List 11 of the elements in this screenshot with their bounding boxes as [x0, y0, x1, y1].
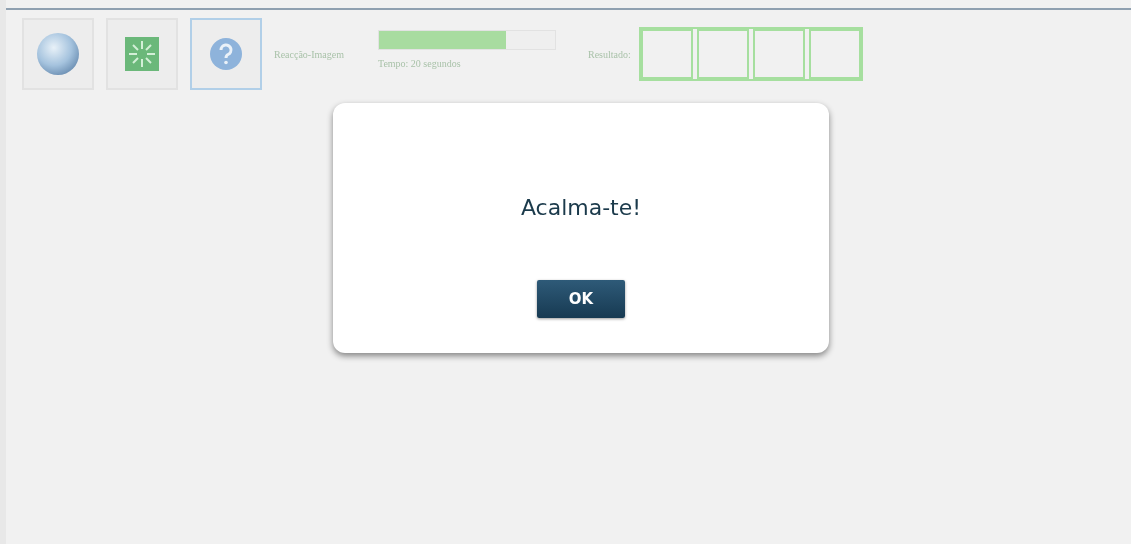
toolbar-button[interactable]: [22, 18, 94, 90]
toolbar-button[interactable]: [190, 18, 262, 90]
dialog-message: Acalma-te!: [520, 195, 642, 220]
result-label: Resultado:: [587, 48, 631, 60]
mode-label: Reacção-Imagem: [274, 48, 344, 60]
timer-caption: Tempo: 20 segundos: [377, 57, 462, 69]
toolbar-button[interactable]: [106, 18, 178, 90]
help-icon: [209, 37, 243, 71]
globe-icon: [36, 32, 80, 76]
ok-button[interactable]: OK: [537, 280, 625, 318]
burst-tile-icon: [125, 37, 159, 71]
